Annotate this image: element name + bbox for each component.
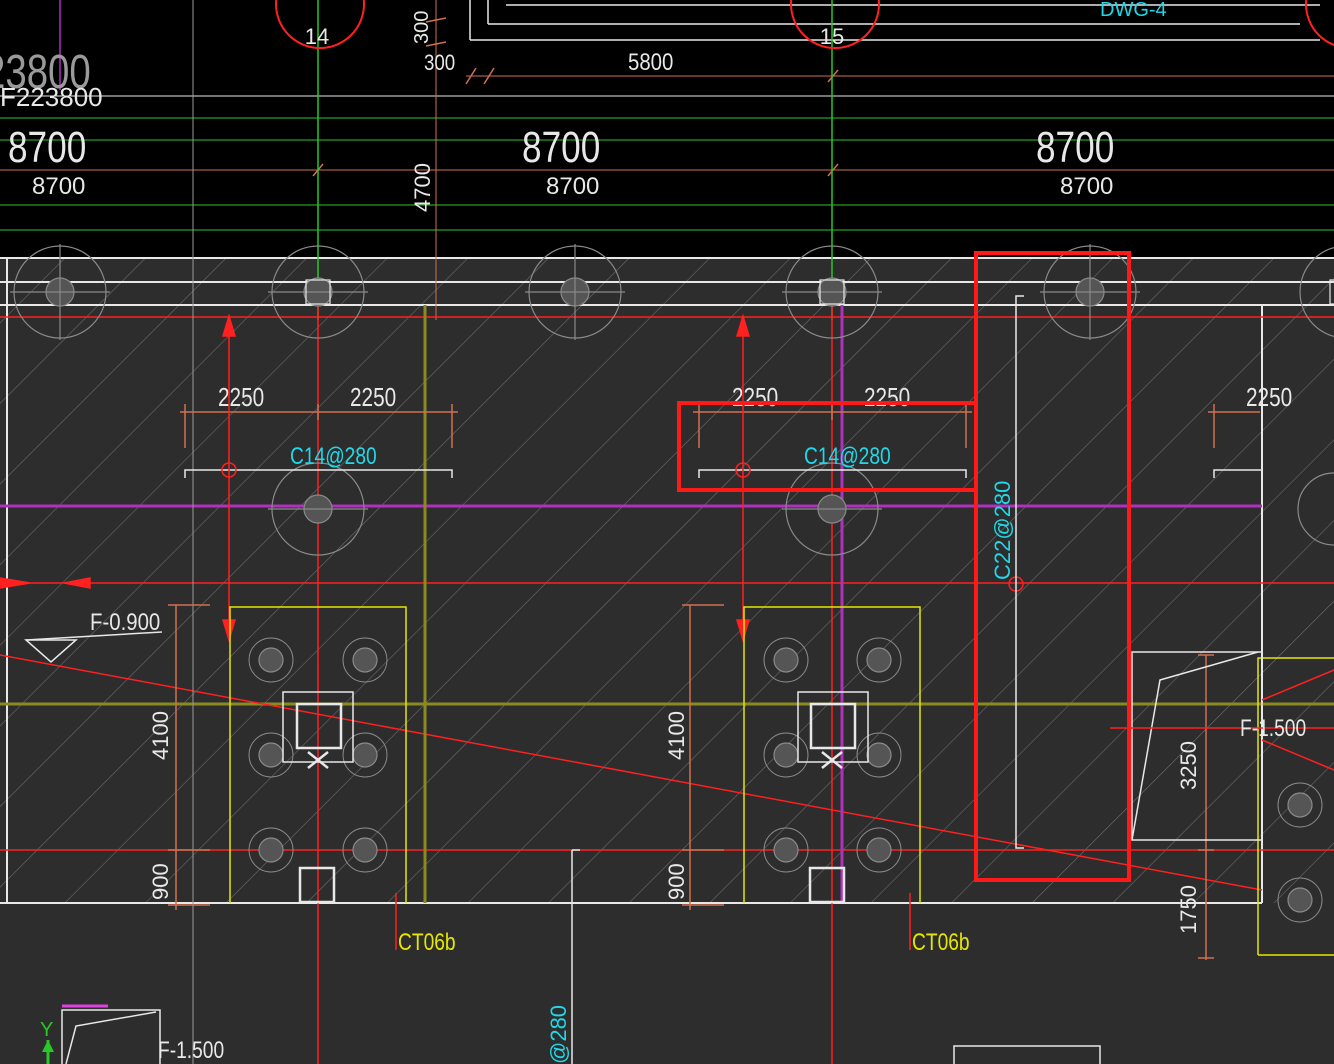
pile-cap-label-ct06b-1: CT06b <box>398 928 456 956</box>
rebar-dim-2250-3: 2250 <box>732 383 778 412</box>
dim-3250: 3250 <box>1176 741 1201 790</box>
slab-hatch <box>0 258 1334 903</box>
dim-1750: 1750 <box>1176 885 1201 934</box>
axis-label-15: 15 <box>820 24 844 49</box>
span-large-1: 8700 <box>8 123 86 172</box>
ucs-y-label: Y <box>40 1019 53 1041</box>
dim-5800: 5800 <box>628 48 673 75</box>
dim-300-vertical: 300 <box>411 11 433 44</box>
span-large-2: 8700 <box>522 123 600 172</box>
drawing-title-fragment: DWG-4 <box>1100 0 1167 21</box>
axis-label-14: 14 <box>305 24 329 49</box>
dim-4100-2: 4100 <box>664 711 689 760</box>
cad-drawing-canvas[interactable]: 14 15 300 300 5800 23800 F223800 DWG-4 4… <box>0 0 1334 1064</box>
rebar-dim-2250-2: 2250 <box>350 383 396 412</box>
bottom-level-text: F-1.500 <box>158 1036 224 1064</box>
rebar-dim-2250-1: 2250 <box>218 383 264 412</box>
span-small-1: 8700 <box>32 173 85 200</box>
rebar-label-c14-1: C14@280 <box>290 442 377 470</box>
span-large-3: 8700 <box>1036 123 1114 172</box>
dim-4700: 4700 <box>410 163 435 212</box>
dim-223800: F223800 <box>0 82 103 112</box>
rebar-label-bottom-vertical: @280 <box>546 1005 571 1064</box>
rebar-label-c22-vertical: C22@280 <box>990 481 1015 580</box>
rebar-dim-2250-5: 2250 <box>1246 383 1292 412</box>
pile-cap-label-ct06b-2: CT06b <box>912 928 970 956</box>
dim-900-1: 900 <box>148 863 173 900</box>
dim-4100-1: 4100 <box>148 711 173 760</box>
dim-300: 300 <box>424 52 455 76</box>
right-level-text: F-1.500 <box>1240 714 1306 742</box>
rebar-label-c14-2: C14@280 <box>804 442 891 470</box>
dim-900-2: 900 <box>664 863 689 900</box>
span-small-3: 8700 <box>1060 173 1113 200</box>
rebar-dim-2250-4: 2250 <box>864 383 910 412</box>
span-small-2: 8700 <box>546 173 599 200</box>
level-text-f-0900: F-0.900 <box>90 608 160 635</box>
